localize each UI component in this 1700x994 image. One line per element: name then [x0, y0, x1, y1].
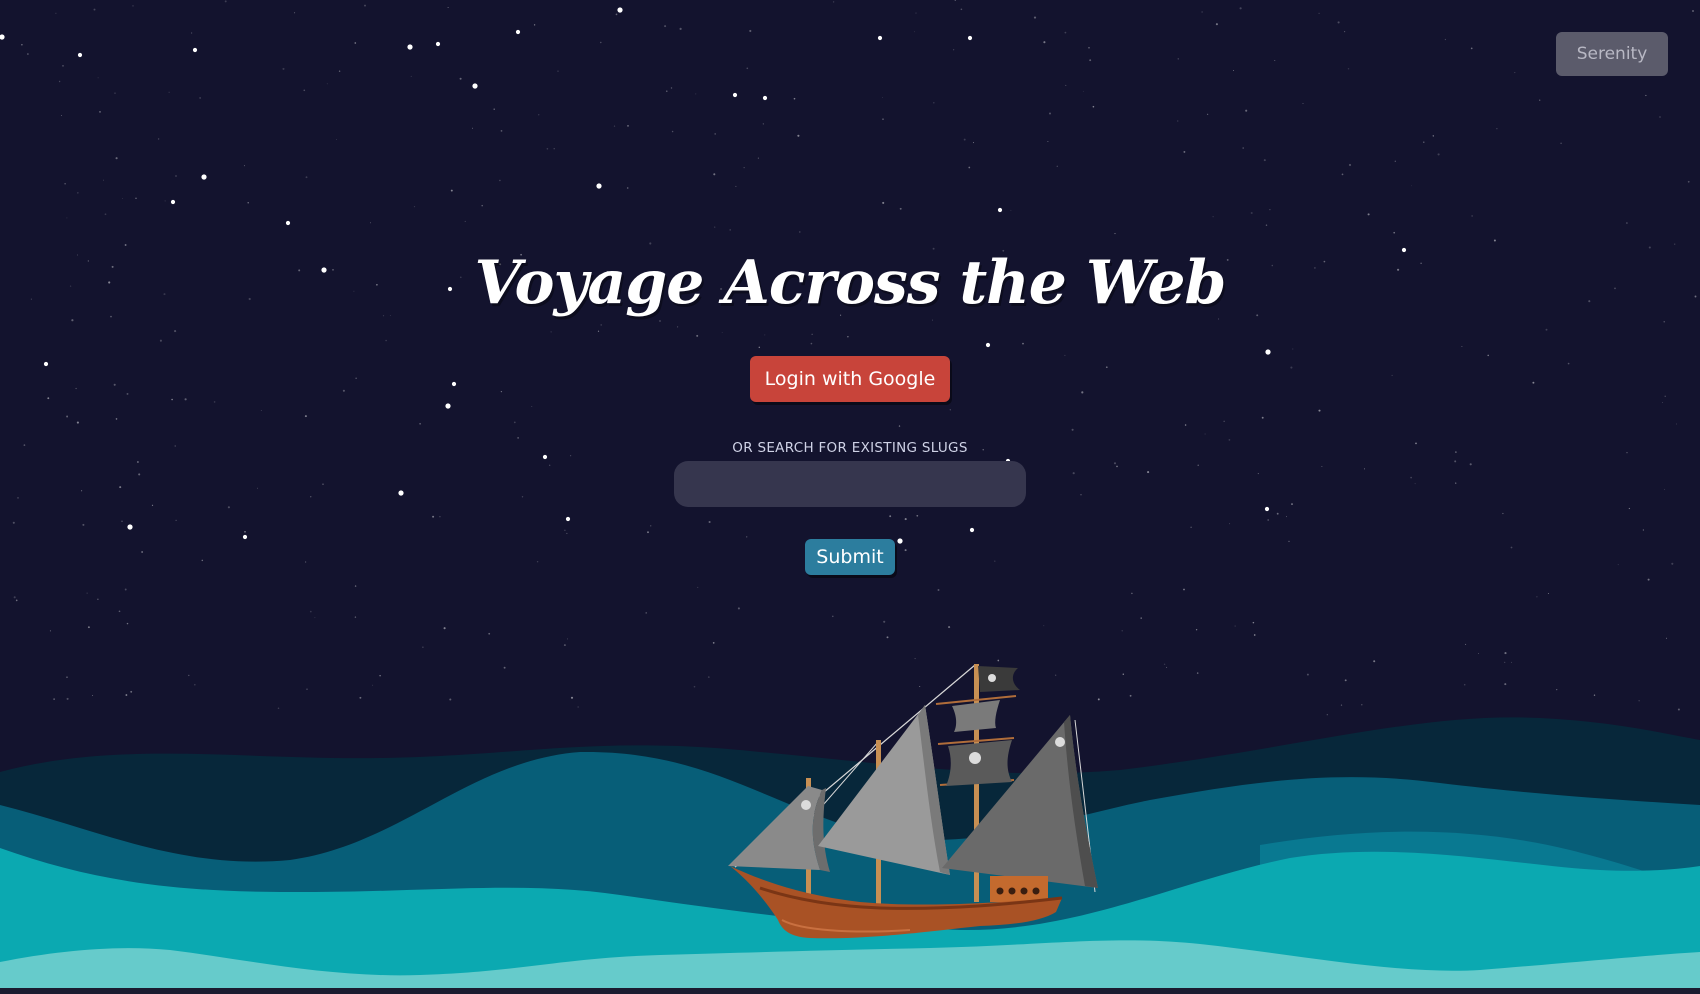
- jolly-roger-icon: [978, 666, 1020, 692]
- ocean-scene: [0, 664, 1700, 994]
- bottom-bar: [0, 988, 1700, 994]
